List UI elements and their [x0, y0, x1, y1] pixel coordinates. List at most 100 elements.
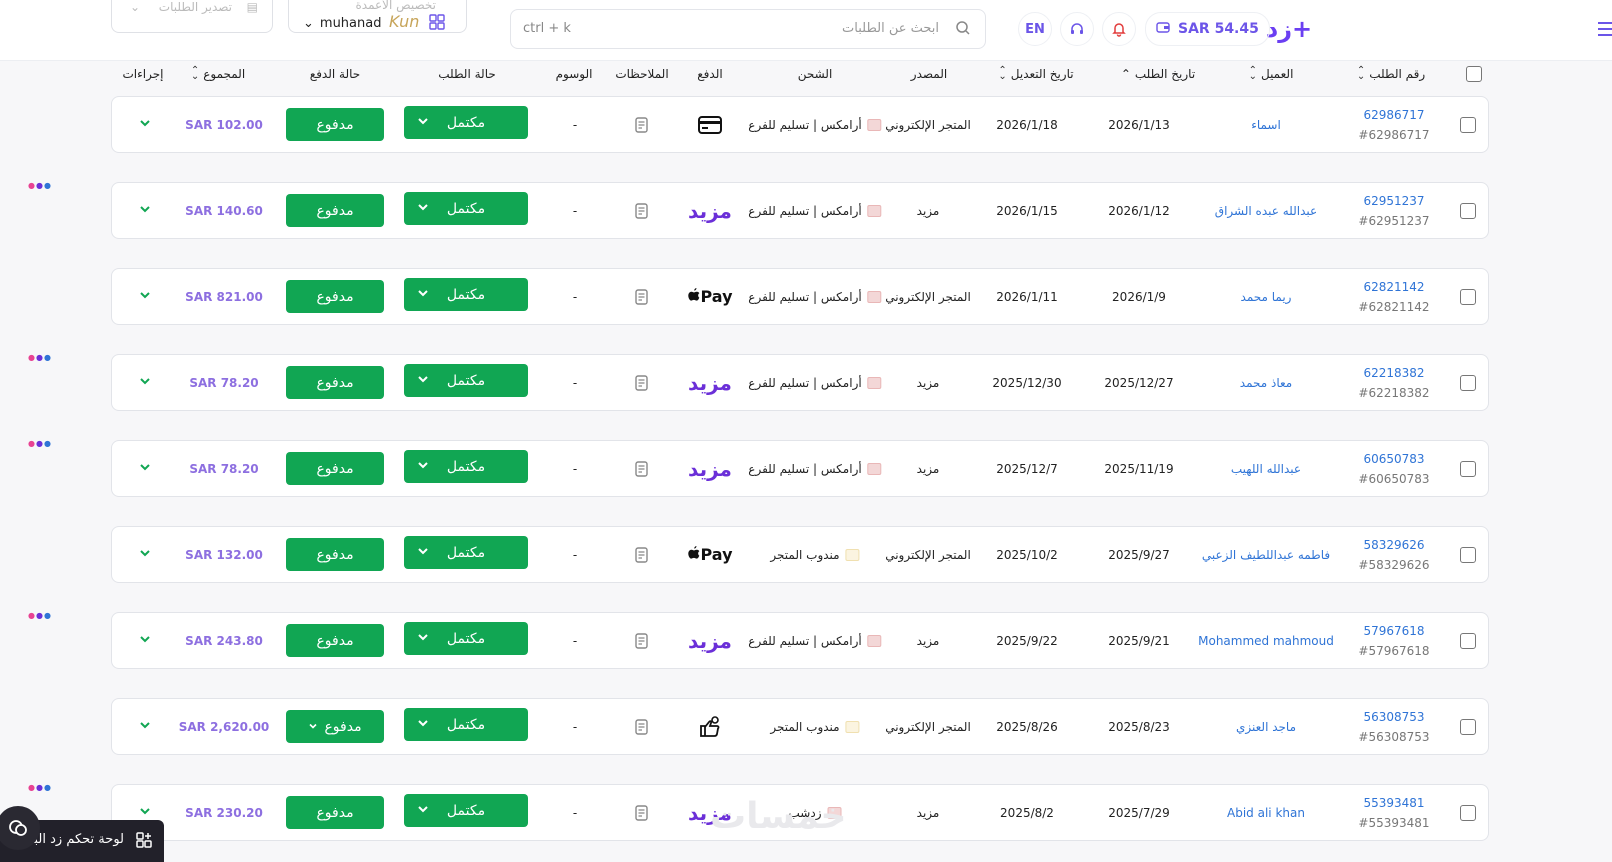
- table-row[interactable]: 62951237 #62951237 عبدالله عبده الشراق 2…: [28, 181, 1489, 239]
- payment-status-button[interactable]: مدفوع: [286, 624, 384, 657]
- zid-logo[interactable]: زد+: [1266, 14, 1312, 44]
- wallet-balance[interactable]: SAR 54.45: [1145, 12, 1270, 46]
- customize-columns-button[interactable]: تخصيص الأعمدة ⌄ muhanad Kun: [288, 0, 467, 33]
- col-modified-date[interactable]: تاريخ التعديل ⌃ ⌄: [998, 65, 1073, 82]
- notes-icon[interactable]: [635, 613, 649, 668]
- expand-row-icon[interactable]: [138, 717, 152, 736]
- dashboard-icon: [136, 832, 152, 852]
- order-date: 2025/9/27: [1108, 547, 1170, 562]
- notes-icon[interactable]: [635, 97, 649, 152]
- order-status-button[interactable]: مكتمل: [404, 278, 528, 311]
- customize-columns-label: تخصيص الأعمدة: [355, 0, 437, 12]
- payment-status-button[interactable]: مدفوع: [286, 280, 384, 313]
- chevron-down-icon: [416, 286, 430, 304]
- notes-icon[interactable]: [635, 183, 649, 238]
- table-row[interactable]: 56308753 #56308753 ماجد العنزي 2025/8/23…: [111, 698, 1489, 755]
- tags: -: [572, 203, 578, 218]
- sort-asc-icon: ⌃: [1120, 67, 1131, 81]
- table-row[interactable]: 62986717 #62986717 اسماء 2026/1/13 2026/…: [111, 96, 1489, 153]
- order-status-button[interactable]: مكتمل: [404, 364, 528, 397]
- order-number-cell[interactable]: 62986717 #62986717: [1358, 97, 1429, 152]
- notes-icon[interactable]: [635, 441, 649, 496]
- notes-icon[interactable]: [635, 699, 649, 754]
- row-checkbox[interactable]: [1460, 805, 1476, 821]
- order-total: SAR 102.00: [185, 117, 263, 132]
- table-row[interactable]: 57967618 #57967618 Mohammed mahmoud 2025…: [28, 611, 1489, 669]
- customer-link[interactable]: ريما محمد: [1241, 269, 1292, 324]
- col-customer[interactable]: العميل ⌃ ⌄: [1249, 66, 1294, 82]
- order-status-button[interactable]: مكتمل: [404, 708, 528, 741]
- sort-icon: ⌃ ⌄: [998, 65, 1007, 82]
- row-checkbox[interactable]: [1460, 375, 1476, 391]
- customer-link[interactable]: ماجد العنزي: [1236, 699, 1296, 754]
- table-row[interactable]: 60650783 #60650783 عبدالله اللهيب 2025/1…: [28, 439, 1489, 497]
- headset-icon: [1071, 23, 1083, 34]
- notifications-button[interactable]: [1102, 12, 1136, 46]
- payment-status-button[interactable]: مدفوع: [286, 108, 384, 141]
- order-link[interactable]: 58329626: [1363, 538, 1424, 552]
- customer-link[interactable]: اسماء: [1251, 97, 1281, 152]
- order-status-button[interactable]: مكتمل: [404, 450, 528, 483]
- row-checkbox[interactable]: [1460, 547, 1476, 563]
- col-order-date[interactable]: تاريخ الطلب ⌃: [1121, 67, 1195, 81]
- order-number-cell[interactable]: 62821142 #62821142: [1358, 269, 1429, 324]
- courier-icon: [845, 720, 860, 733]
- apple-pay-logo: Pay: [687, 269, 733, 324]
- apps-grid-icon[interactable]: [429, 14, 445, 33]
- order-status-button[interactable]: مكتمل: [404, 192, 528, 225]
- order-number-cell[interactable]: 58329626 #58329626: [1358, 527, 1429, 582]
- expand-row-icon[interactable]: [138, 459, 152, 478]
- expand-row-icon[interactable]: [138, 115, 152, 134]
- table-row[interactable]: 58329626 #58329626 فاطمه عبداللطيف الزعب…: [111, 526, 1489, 583]
- table-row[interactable]: 62218382 #62218382 معاذ محمد 2025/12/27 …: [28, 353, 1489, 411]
- row-checkbox[interactable]: [1460, 461, 1476, 477]
- payment-status-button[interactable]: مدفوع: [286, 366, 384, 399]
- row-checkbox[interactable]: [1460, 117, 1476, 133]
- language-toggle[interactable]: EN: [1018, 12, 1052, 46]
- row-checkbox[interactable]: [1460, 289, 1476, 305]
- order-total: SAR 140.60: [185, 203, 263, 218]
- order-link[interactable]: 62986717: [1363, 108, 1424, 122]
- payment-status-button[interactable]: مدفوع: [286, 796, 384, 829]
- expand-row-icon[interactable]: [138, 373, 152, 392]
- expand-row-icon[interactable]: [138, 545, 152, 564]
- payment-status-button[interactable]: مدفوع: [286, 538, 384, 571]
- export-orders-button[interactable]: ⌄ تصدير الطلبات ▤: [111, 0, 273, 33]
- order-link[interactable]: 62821142: [1363, 280, 1424, 294]
- chevron-down-icon: [416, 372, 430, 390]
- table-row[interactable]: 62821142 #62821142 ريما محمد 2026/1/9 20…: [111, 268, 1489, 325]
- row-checkbox[interactable]: [1460, 633, 1476, 649]
- chevron-down-icon: [416, 458, 430, 476]
- payment-status-button[interactable]: مدفوع: [286, 194, 384, 227]
- col-order-no[interactable]: رقم الطلب ⌃ ⌄: [1357, 66, 1425, 82]
- apple-icon: [687, 287, 700, 306]
- user-menu[interactable]: ⌄ muhanad: [303, 16, 381, 31]
- menu-icon[interactable]: [1598, 22, 1612, 40]
- order-status-button[interactable]: مكتمل: [404, 536, 528, 569]
- search-input[interactable]: ابحث عن الطلبات: [842, 21, 939, 36]
- row-checkbox[interactable]: [1460, 719, 1476, 735]
- support-button[interactable]: [1060, 12, 1094, 46]
- notes-icon[interactable]: [635, 785, 649, 840]
- top-bar: زد+ SAR 54.45 EN ctrl + k ابحث عن الطلبا…: [0, 0, 1612, 61]
- tags: -: [572, 117, 578, 132]
- notes-icon[interactable]: [635, 527, 649, 582]
- payment-status-dropdown[interactable]: مدفوع: [286, 710, 384, 743]
- customer-link[interactable]: فاطمه عبداللطيف الزعبي: [1202, 527, 1330, 582]
- order-number-cell[interactable]: 56308753 #56308753: [1358, 699, 1429, 754]
- modified-date: 2026/1/18: [996, 117, 1058, 132]
- row-checkbox[interactable]: [1460, 203, 1476, 219]
- notes-icon[interactable]: [635, 269, 649, 324]
- search-box[interactable]: ctrl + k ابحث عن الطلبات: [510, 9, 986, 49]
- order-link[interactable]: 56308753: [1363, 710, 1424, 724]
- payment-status-button[interactable]: مدفوع: [286, 452, 384, 485]
- order-status-button[interactable]: مكتمل: [404, 106, 528, 139]
- expand-row-icon[interactable]: [138, 201, 152, 220]
- order-status-button[interactable]: مكتمل: [404, 622, 528, 655]
- select-all-checkbox[interactable]: [1466, 66, 1482, 82]
- expand-row-icon[interactable]: [138, 287, 152, 306]
- order-status-button[interactable]: مكتمل: [404, 794, 528, 827]
- notes-icon[interactable]: [635, 355, 649, 410]
- col-total[interactable]: المجموع ⌃ ⌄: [191, 66, 245, 82]
- expand-row-icon[interactable]: [138, 631, 152, 650]
